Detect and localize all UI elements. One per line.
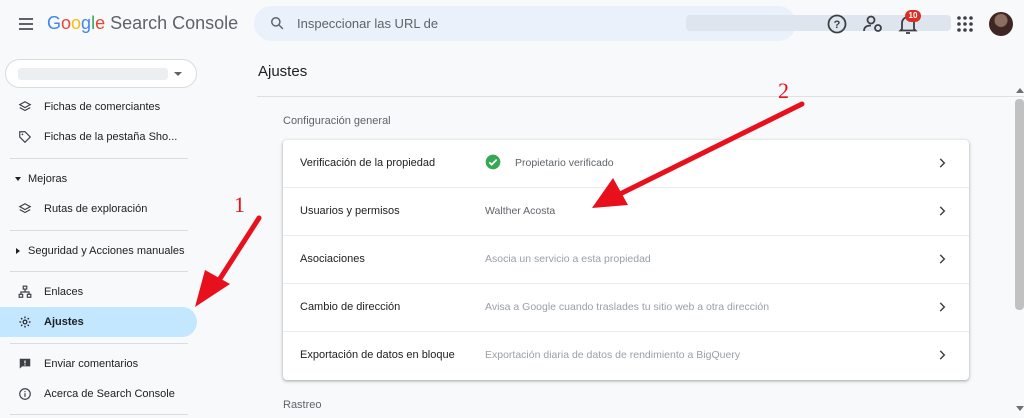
section-title-crawl: Rastreo (283, 399, 322, 411)
tag-icon (19, 131, 32, 144)
blurred-property-name (18, 68, 168, 80)
notification-badge: 10 (905, 10, 921, 22)
sidebar-divider (10, 158, 188, 159)
apps-grid-icon[interactable] (953, 12, 977, 36)
chevron-right-icon (939, 206, 946, 216)
annotation-number-1: 1 (234, 192, 245, 217)
caret-down-icon (15, 177, 21, 181)
manage-users-icon[interactable] (861, 12, 885, 36)
sidebar-divider (10, 414, 188, 415)
sidebar-item-about[interactable]: Acerca de Search Console (0, 379, 197, 409)
chevron-right-icon (939, 254, 946, 264)
sidebar-item-feedback[interactable]: Enviar comentarios (0, 349, 197, 379)
sidebar-item-merchant-listings[interactable]: Fichas de comerciantes (0, 92, 197, 122)
layers-icon (18, 101, 32, 112)
sidebar-item-links[interactable]: Enlaces (0, 277, 197, 307)
settings-row-change-address[interactable]: Cambio de dirección Avisa a Google cuand… (283, 284, 969, 332)
product-logo[interactable]: Google Search Console (47, 13, 238, 34)
avatar[interactable] (989, 12, 1013, 36)
page-title: Ajustes (258, 63, 308, 80)
chevron-right-icon (939, 158, 946, 168)
settings-row-associations[interactable]: Asociaciones Asocia un servicio a esta p… (283, 236, 969, 284)
chevron-right-icon (939, 350, 946, 360)
product-name: Search Console (110, 13, 239, 33)
sidebar-item-shopping-tab[interactable]: Fichas de la pestaña Sho... (0, 122, 197, 152)
settings-row-users[interactable]: Usuarios y permisos Walther Acosta (283, 188, 969, 236)
url-inspection-search[interactable]: Inspeccionar las URL de (254, 6, 951, 41)
search-input[interactable]: Inspeccionar las URL de (297, 16, 438, 31)
general-settings-card: Verificación de la propiedad Propietario… (283, 140, 969, 380)
sidebar-item-settings[interactable]: Ajustes (0, 307, 197, 337)
title-divider (257, 96, 1024, 97)
check-circle-icon (485, 154, 501, 170)
scrollbar-thumb[interactable] (1015, 99, 1024, 310)
settings-row-bulk-export[interactable]: Exportación de datos en bloque Exportaci… (283, 332, 969, 380)
sidebar: Fichas de comerciantes Fichas de la pest… (0, 48, 210, 418)
section-title-general: Configuración general (283, 115, 391, 127)
sitemap-icon (18, 285, 32, 298)
top-bar: Google Search Console Inspeccionar las U… (0, 0, 1024, 48)
settings-row-verification[interactable]: Verificación de la propiedad Propietario… (283, 140, 969, 188)
svg-text:?: ? (834, 19, 841, 31)
sidebar-item-breadcrumbs[interactable]: Rutas de exploración (0, 194, 197, 224)
sidebar-divider (10, 343, 188, 344)
sidebar-divider (10, 271, 188, 272)
search-icon (271, 17, 284, 30)
hamburger-menu-icon[interactable] (14, 12, 38, 36)
chevron-right-icon (939, 302, 946, 312)
feedback-icon (19, 358, 31, 369)
layers-icon (18, 203, 32, 214)
info-icon (19, 388, 31, 400)
gear-icon (19, 316, 31, 328)
property-selector[interactable] (5, 59, 197, 88)
help-icon[interactable]: ? (825, 12, 849, 36)
annotation-number-2: 2 (778, 78, 789, 103)
scroll-up-arrow-icon[interactable] (1016, 88, 1024, 93)
scroll-down-arrow-icon[interactable] (1016, 406, 1024, 411)
caret-down-icon (174, 72, 182, 76)
sidebar-divider (10, 230, 188, 231)
caret-right-icon (16, 248, 20, 254)
